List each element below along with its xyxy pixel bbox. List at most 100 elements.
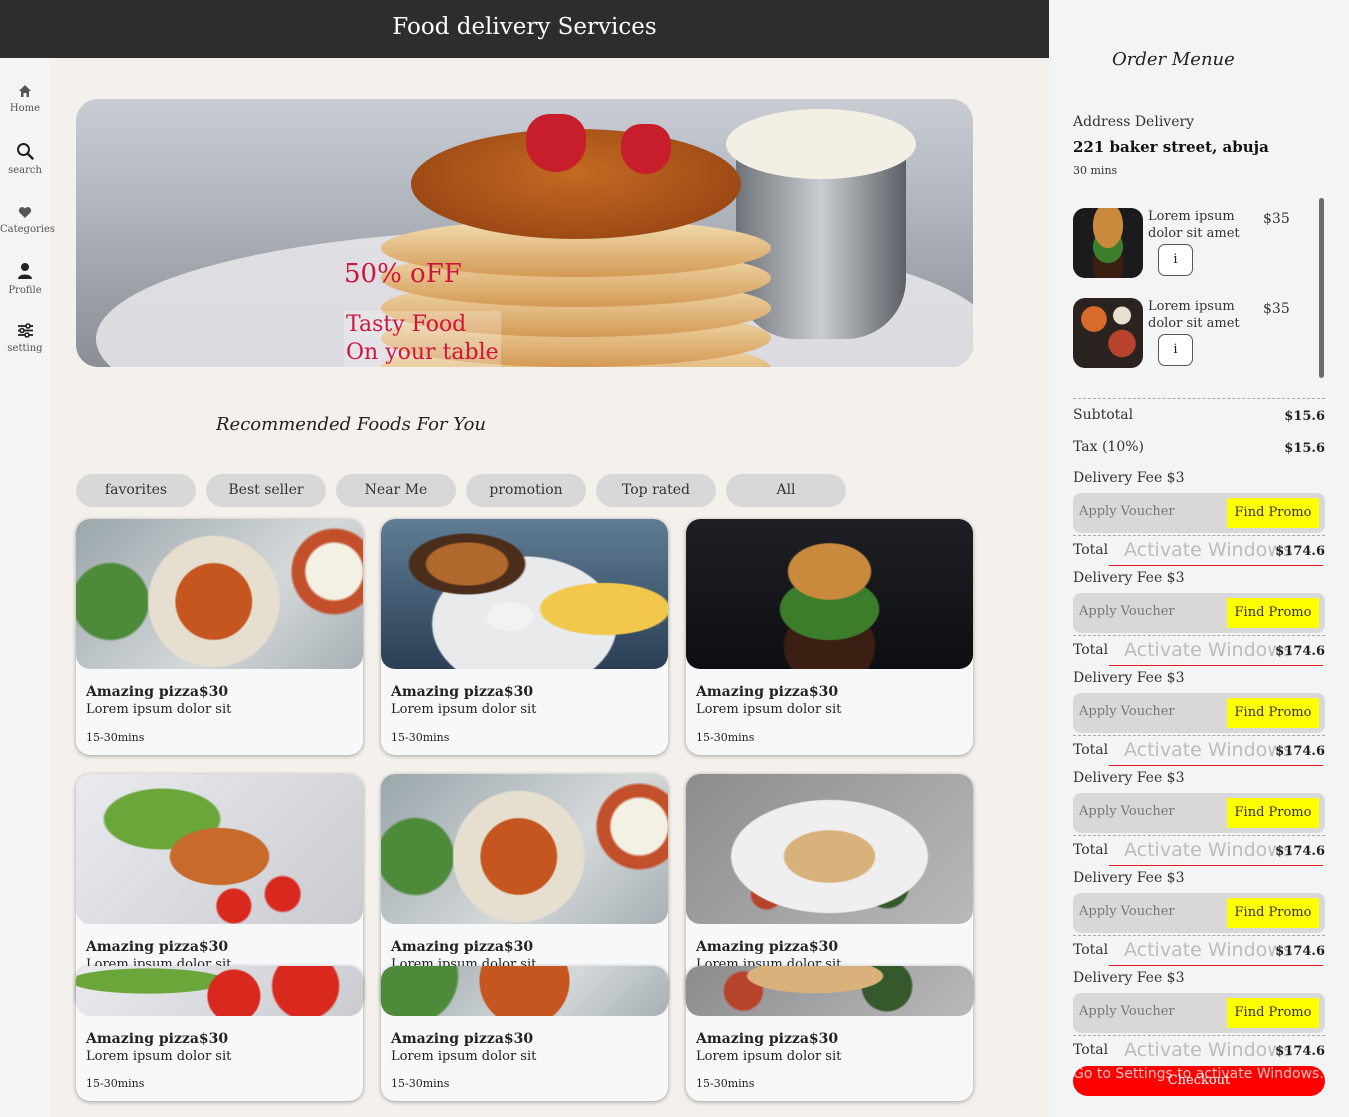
find-promo-button[interactable]: Find Promo xyxy=(1227,598,1319,628)
delivery-fee: Delivery Fee $3 xyxy=(1073,770,1185,786)
divider xyxy=(1073,835,1325,836)
order-item-info-button[interactable]: i xyxy=(1158,244,1193,276)
food-name: Amazing pizza$30 xyxy=(86,939,229,955)
filter-chip-near-me[interactable]: Near Me xyxy=(336,474,456,507)
filter-chip-favorites[interactable]: favorites xyxy=(76,474,196,507)
voucher-box: Apply Voucher Find Promo xyxy=(1073,693,1325,733)
total-label: Total xyxy=(1073,642,1109,658)
total-value: $174.6 xyxy=(1275,544,1325,559)
nav-item-categories[interactable]: Categories xyxy=(0,206,55,235)
activate-windows-subtext: Go to Settings to activate Windows. xyxy=(1073,1066,1324,1082)
voucher-input[interactable]: Apply Voucher xyxy=(1079,1004,1175,1019)
filter-chip-top-rated[interactable]: Top rated xyxy=(596,474,716,507)
search-icon xyxy=(17,143,34,160)
order-item-image-dishes xyxy=(1073,298,1143,368)
order-item-price: $35 xyxy=(1263,301,1290,317)
divider xyxy=(1073,935,1325,936)
find-promo-button[interactable]: Find Promo xyxy=(1227,898,1319,928)
address-label: Address Delivery xyxy=(1073,114,1195,130)
recommended-title: Recommended Foods For You xyxy=(216,414,486,435)
sliders-icon xyxy=(17,323,33,338)
food-image-fries-bowl xyxy=(76,519,363,669)
voucher-input[interactable]: Apply Voucher xyxy=(1079,904,1175,919)
food-image-spaghetti xyxy=(686,774,973,924)
food-card[interactable]: Amazing pizza$30 Lorem ipsum dolor sit 1… xyxy=(686,519,973,755)
food-card[interactable]: Amazing pizza$30 Lorem ipsum dolor sit 1… xyxy=(381,966,668,1101)
divider xyxy=(1073,735,1325,736)
total-value: $174.6 xyxy=(1275,944,1325,959)
delivery-address: 221 baker street, abuja xyxy=(1073,138,1269,156)
voucher-input[interactable]: Apply Voucher xyxy=(1079,804,1175,819)
total-label: Total xyxy=(1073,842,1109,858)
total-underline xyxy=(1109,565,1323,566)
food-card[interactable]: Amazing pizza$30 Lorem ipsum dolor sit 1… xyxy=(686,966,973,1101)
food-image-burger-dark xyxy=(686,519,973,669)
voucher-input[interactable]: Apply Voucher xyxy=(1079,504,1175,519)
divider xyxy=(1073,398,1325,399)
food-card[interactable]: Amazing pizza$30 Lorem ipsum dolor sit 1… xyxy=(76,519,363,755)
divider xyxy=(1073,635,1325,636)
header-bar: Food delivery Services xyxy=(0,0,1049,58)
total-label: Total xyxy=(1073,542,1109,558)
order-panel: Order Menue Address Delivery 221 baker s… xyxy=(1049,0,1349,1117)
voucher-box: Apply Voucher Find Promo xyxy=(1073,493,1325,533)
filter-chip-all[interactable]: All xyxy=(726,474,846,507)
voucher-input[interactable]: Apply Voucher xyxy=(1079,604,1175,619)
order-item-price: $35 xyxy=(1263,211,1290,227)
total-value: $174.6 xyxy=(1275,1044,1325,1059)
nav-label: Home xyxy=(9,103,41,114)
heart-icon xyxy=(18,207,32,218)
food-image-salmon xyxy=(76,774,363,924)
app-title: Food delivery Services xyxy=(392,14,657,40)
nav-item-search[interactable]: search xyxy=(0,142,50,176)
food-card[interactable]: Amazing pizza$30 Lorem ipsum dolor sit 1… xyxy=(381,519,668,755)
subtotal-label: Subtotal xyxy=(1073,407,1134,423)
voucher-box: Apply Voucher Find Promo xyxy=(1073,993,1325,1033)
food-card[interactable]: Amazing pizza$30 Lorem ipsum dolor sit 1… xyxy=(76,966,363,1101)
food-name: Amazing pizza$30 xyxy=(86,684,229,700)
delivery-fee: Delivery Fee $3 xyxy=(1073,570,1185,586)
find-promo-button[interactable]: Find Promo xyxy=(1227,998,1319,1028)
total-underline xyxy=(1109,765,1323,766)
nav-item-profile[interactable]: Profile xyxy=(0,262,50,296)
hero-tagline-line1: Tasty Food xyxy=(346,312,467,337)
hero-banner: 50% oFF Tasty Food On your table xyxy=(76,99,973,367)
total-underline xyxy=(1109,665,1323,666)
delivery-fee: Delivery Fee $3 xyxy=(1073,470,1185,486)
total-label: Total xyxy=(1073,942,1109,958)
delivery-fee: Delivery Fee $3 xyxy=(1073,870,1185,886)
food-time: 15-30mins xyxy=(86,731,145,744)
activate-windows-watermark: Activate Windows xyxy=(1124,1039,1293,1061)
nav-item-home[interactable]: Home xyxy=(0,84,50,114)
activate-windows-watermark: Activate Windows xyxy=(1124,739,1293,761)
order-items-scrollbar[interactable] xyxy=(1319,198,1324,378)
find-promo-button[interactable]: Find Promo xyxy=(1227,698,1319,728)
order-item-image-burger xyxy=(1073,208,1143,278)
nav-label: Profile xyxy=(8,285,42,296)
food-name: Amazing pizza$30 xyxy=(86,1031,229,1047)
nav-label: Categories xyxy=(0,224,55,235)
delivery-fee: Delivery Fee $3 xyxy=(1073,670,1185,686)
voucher-input[interactable]: Apply Voucher xyxy=(1079,704,1175,719)
total-underline xyxy=(1109,865,1323,866)
activate-windows-watermark: Activate Windows xyxy=(1124,539,1293,561)
food-name: Amazing pizza$30 xyxy=(391,1031,534,1047)
delivery-eta: 30 mins xyxy=(1073,164,1118,177)
filter-chip-best-seller[interactable]: Best seller xyxy=(206,474,326,507)
find-promo-button[interactable]: Find Promo xyxy=(1227,498,1319,528)
food-name: Amazing pizza$30 xyxy=(696,684,839,700)
activate-windows-watermark: Activate Windows xyxy=(1124,939,1293,961)
voucher-box: Apply Voucher Find Promo xyxy=(1073,593,1325,633)
find-promo-button[interactable]: Find Promo xyxy=(1227,798,1319,828)
nav-item-setting[interactable]: setting xyxy=(0,323,50,354)
food-time: 15-30mins xyxy=(696,731,755,744)
total-value: $174.6 xyxy=(1275,644,1325,659)
filter-chip-promotion[interactable]: promotion xyxy=(466,474,586,507)
hero-tagline-line2: On your table xyxy=(346,340,499,365)
divider xyxy=(1073,1035,1325,1036)
order-item-info-button[interactable]: i xyxy=(1158,334,1193,366)
activate-windows-watermark: Activate Windows xyxy=(1124,639,1293,661)
order-title: Order Menue xyxy=(1112,49,1235,70)
tax-value: $15.6 xyxy=(1284,441,1325,456)
voucher-box: Apply Voucher Find Promo xyxy=(1073,793,1325,833)
